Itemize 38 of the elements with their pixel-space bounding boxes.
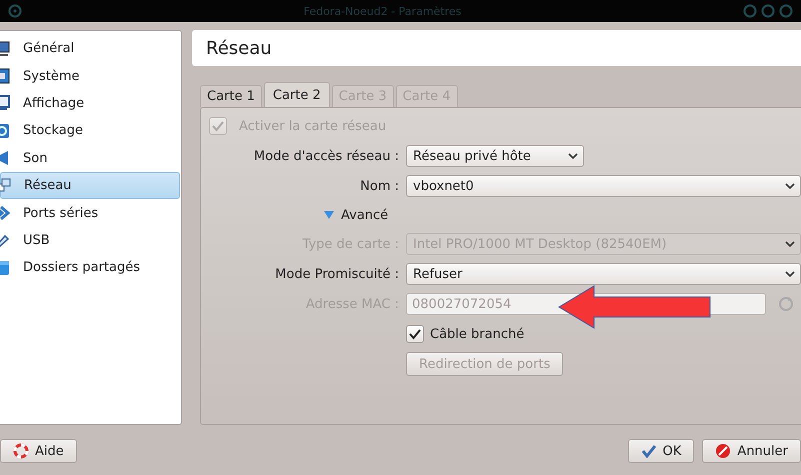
maximize-icon	[761, 4, 775, 18]
sidebar-item[interactable]: Général	[0, 35, 180, 62]
cancel-button[interactable]: Annuler	[702, 439, 801, 463]
dropdown[interactable]: Réseau privé hôte	[406, 145, 584, 167]
chevron-icon	[784, 269, 796, 279]
help-button[interactable]: Aide	[0, 439, 77, 463]
field-label: Nom :	[359, 178, 399, 194]
page-title: Réseau	[192, 30, 801, 66]
checkmark-icon	[640, 444, 657, 458]
sidebar-item[interactable]: Système	[0, 62, 180, 90]
network-icon	[0, 178, 11, 194]
field-label: Mode Promiscuité :	[274, 266, 399, 282]
sidebar-item[interactable]: Dossiers partagés	[0, 254, 180, 282]
sidebar-item[interactable]: USB	[0, 226, 180, 254]
sidebar-item[interactable]: Son	[0, 144, 180, 172]
sidebar-item[interactable]: Réseau	[0, 172, 180, 200]
app-icon	[8, 4, 22, 18]
checkbox-label: Câble branché	[430, 326, 524, 342]
chevron-icon	[784, 181, 796, 191]
field-label: Mode d'accès réseau :	[252, 148, 399, 164]
tab[interactable]: Carte 1	[200, 85, 262, 107]
lifebuoy-icon	[13, 443, 29, 459]
sidebar-item[interactable]: Ports séries	[0, 199, 180, 227]
stop-icon	[715, 443, 732, 459]
minimize-icon	[743, 4, 757, 18]
ok-button[interactable]: OK	[628, 439, 694, 463]
checkbox[interactable]	[406, 325, 424, 343]
close-icon	[779, 4, 793, 18]
chevron-icon	[567, 151, 579, 161]
tab[interactable]: Carte 2	[264, 82, 330, 107]
chevron-icon	[784, 239, 796, 249]
dropdown[interactable]: Refuser	[406, 263, 801, 285]
sidebar-item[interactable]: Affichage	[0, 90, 180, 118]
expander-label[interactable]: Avancé	[341, 208, 388, 222]
refresh-icon	[778, 296, 794, 312]
sidebar-item[interactable]: Stockage	[0, 117, 180, 145]
dropdown[interactable]: vboxnet0	[406, 175, 801, 197]
window-title: Fedora-Noeud2 - Paramètres	[304, 4, 462, 18]
